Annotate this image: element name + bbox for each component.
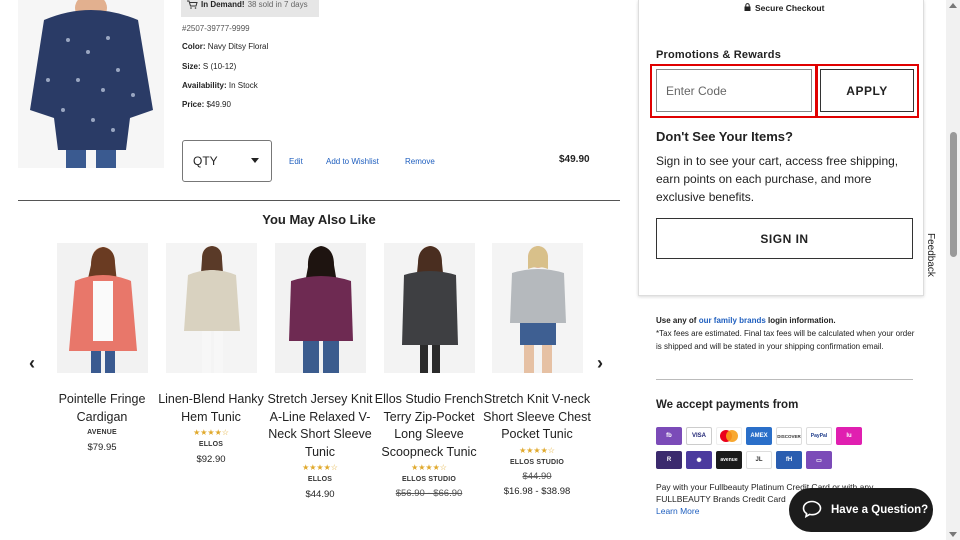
visa-logo: VISA	[686, 427, 712, 445]
product-original-price: $44.90	[522, 470, 552, 482]
add-to-wishlist-link[interactable]: Add to Wishlist	[326, 157, 379, 166]
edit-link[interactable]: Edit	[289, 157, 303, 166]
in-demand-badge: In Demand! 38 sold in 7 days	[181, 0, 319, 17]
scroll-up-icon[interactable]	[949, 3, 957, 8]
product-card[interactable]: Stretch Knit V-neck Short Sleeve Chest P…	[482, 243, 592, 497]
star-rating: ★★★★☆	[411, 463, 447, 472]
scrollbar-thumb[interactable]	[950, 132, 957, 257]
product-size: Size: S (10-12)	[182, 62, 237, 71]
divider	[18, 200, 620, 201]
paypal-logo: PayPal	[806, 427, 832, 445]
dont-see-items-heading: Don't See Your Items?	[656, 129, 793, 144]
secure-checkout: Secure Checkout	[744, 3, 824, 13]
product-thumbnail[interactable]	[274, 243, 366, 373]
product-thumbnail[interactable]	[165, 243, 257, 373]
product-brand: AVENUE	[87, 429, 117, 436]
family-brands-link[interactable]: our family brands	[699, 316, 766, 325]
feedback-tab[interactable]: Feedback	[922, 233, 936, 281]
roamans-card-logo: R	[656, 451, 682, 469]
product-price: $92.90	[196, 454, 226, 465]
avenue-card-logo: avenue	[716, 451, 742, 469]
star-rating: ★★★★☆	[193, 428, 229, 437]
product-brand: ELLOS	[307, 476, 333, 483]
chat-bubble-icon	[802, 500, 822, 521]
line-total: $49.90	[559, 154, 590, 165]
product-thumbnail[interactable]	[56, 243, 148, 373]
product-brand: ELLOS STUDIO	[509, 458, 565, 466]
product-price: $79.95	[87, 442, 117, 453]
carousel-prev-button[interactable]: ‹	[29, 353, 35, 374]
payments-heading: We accept payments from	[656, 399, 799, 411]
dont-see-items-text: Sign in to see your cart, access free sh…	[656, 154, 899, 204]
amex-logo: AMEX	[746, 427, 772, 445]
mastercard-logo	[716, 427, 742, 445]
brand-card-logo: ✺	[686, 451, 712, 469]
carousel-next-button[interactable]: ›	[597, 353, 603, 374]
discover-logo: DISCOVER	[776, 427, 802, 445]
chevron-down-icon	[251, 158, 259, 163]
product-name[interactable]: Ellos Studio French Terry Zip-Pocket Lon…	[374, 391, 484, 461]
product-price: $44.90	[305, 489, 335, 500]
cart-product-image[interactable]	[18, 0, 164, 168]
product-brand: ELLOS STUDIO	[401, 476, 457, 483]
secure-checkout-label: Secure Checkout	[755, 3, 825, 13]
product-availability: Availability: In Stock	[182, 81, 258, 90]
payment-logos-row: R ✺ avenue JL fH ▭	[656, 451, 832, 469]
quantity-label: QTY	[193, 154, 218, 168]
promo-code-input[interactable]	[656, 69, 812, 112]
product-name[interactable]: Stretch Jersey Knit A-Line Relaxed V-Nec…	[265, 391, 375, 461]
promotions-heading: Promotions & Rewards	[656, 49, 782, 61]
star-rating: ★★★★☆	[302, 463, 338, 472]
scroll-down-icon[interactable]	[949, 532, 957, 537]
apply-button[interactable]: APPLY	[820, 69, 914, 112]
star-rating: ★★★★☆	[519, 445, 555, 455]
sign-in-button[interactable]: SIGN IN	[656, 218, 913, 259]
product-name[interactable]: Pointelle Fringe Cardigan	[47, 391, 157, 426]
family-brands-note: Use any of our family brands login infor…	[656, 316, 915, 351]
scrollbar-track[interactable]	[946, 0, 960, 540]
product-card[interactable]: Pointelle Fringe Cardigan AVENUE $79.95	[47, 243, 157, 453]
product-sku: #2507-39777-9999	[182, 24, 250, 33]
remove-link[interactable]: Remove	[405, 157, 435, 166]
lu-logo: lu	[836, 427, 862, 445]
recommendations-heading: You May Also Like	[262, 212, 376, 227]
lock-icon	[744, 3, 751, 13]
product-color: Color: Navy Ditsy Floral	[182, 42, 269, 51]
gift-card-logo: ▭	[806, 451, 832, 469]
product-brand: ELLOS	[198, 441, 224, 448]
fullbeauty-card-logo: fb	[656, 427, 682, 445]
jessica-london-card-logo: JL	[746, 451, 772, 469]
have-a-question-button[interactable]: Have a Question?	[789, 488, 933, 532]
fullbeauty-house-card-logo: fH	[776, 451, 802, 469]
product-sale-price: $16.98 - $38.98	[503, 485, 571, 497]
product-price: Price: $49.90	[182, 100, 231, 109]
have-a-question-label: Have a Question?	[831, 504, 929, 516]
product-name[interactable]: Linen-Blend Hanky Hem Tunic	[156, 391, 266, 426]
payment-logos-row: fb VISA AMEX DISCOVER PayPal lu	[656, 427, 862, 445]
product-card[interactable]: Stretch Jersey Knit A-Line Relaxed V-Nec…	[265, 243, 375, 500]
divider	[656, 379, 913, 380]
product-thumbnail[interactable]	[491, 243, 583, 373]
product-name[interactable]: Stretch Knit V-neck Short Sleeve Chest P…	[482, 391, 592, 444]
tax-note: *Tax fees are estimated. Final tax fees …	[656, 329, 915, 351]
product-thumbnail[interactable]	[383, 243, 475, 373]
cart-icon	[187, 0, 198, 11]
learn-more-link[interactable]: Learn More	[656, 506, 699, 516]
quantity-select[interactable]: QTY	[182, 140, 272, 182]
product-original-price: $56.90 - $66.90	[395, 488, 463, 499]
in-demand-label: In Demand!	[201, 0, 245, 9]
in-demand-count: 38 sold in 7 days	[247, 0, 308, 9]
product-card[interactable]: Linen-Blend Hanky Hem Tunic ★★★★☆ ELLOS …	[156, 243, 266, 465]
product-card[interactable]: Ellos Studio French Terry Zip-Pocket Lon…	[374, 243, 484, 499]
